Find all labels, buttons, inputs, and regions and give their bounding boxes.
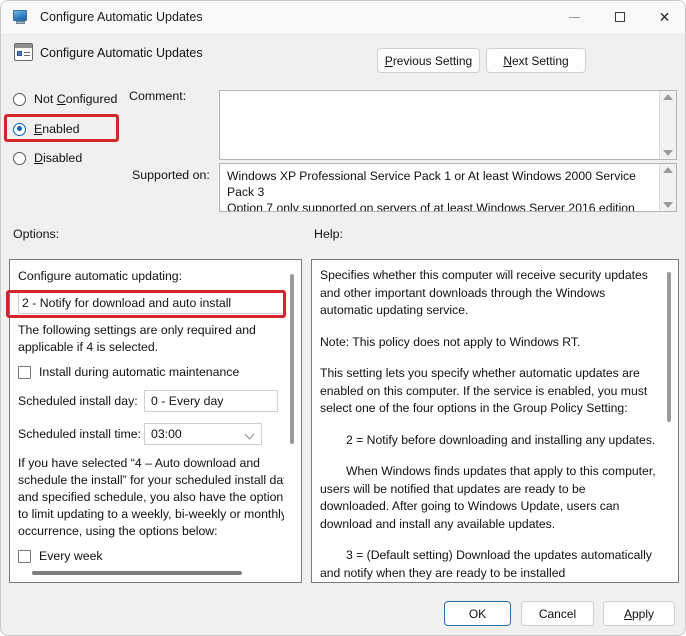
scrollbar-thumb[interactable] xyxy=(290,274,294,444)
close-button[interactable]: ✕ xyxy=(642,1,685,33)
scrollbar-thumb[interactable] xyxy=(667,272,671,422)
scheduled-install-day-value: 0 - Every day xyxy=(151,394,224,408)
scheduled-install-day-dropdown[interactable]: 0 - Every day xyxy=(144,390,278,412)
supported-on-value: Windows XP Professional Service Pack 1 o… xyxy=(220,164,659,211)
window-controls: ✕ xyxy=(552,1,685,33)
minimize-button[interactable] xyxy=(552,1,597,33)
scrollbar-thumb[interactable] xyxy=(32,571,242,575)
scheduled-install-day-label: Scheduled install day: xyxy=(18,394,138,408)
previous-setting-label: revious Setting xyxy=(392,53,473,68)
computer-monitor-icon xyxy=(12,9,30,25)
comment-textarea[interactable] xyxy=(219,90,677,160)
window-title: Configure Automatic Updates xyxy=(40,10,203,24)
policy-name: Configure Automatic Updates xyxy=(40,46,203,60)
radio-not-configured-label: Not Configured xyxy=(34,92,118,106)
supported-on-line-1: Windows XP Professional Service Pack 1 o… xyxy=(227,169,636,199)
checkbox-indicator xyxy=(18,365,31,379)
checkbox-every-week-label: Every week xyxy=(39,549,103,563)
radio-enabled[interactable]: Enabled xyxy=(13,120,79,138)
supported-on-scrollbar[interactable] xyxy=(659,164,676,211)
cancel-button[interactable]: Cancel xyxy=(521,601,594,626)
radio-indicator xyxy=(13,92,26,106)
scheduled-install-time-label: Scheduled install time: xyxy=(18,427,142,441)
help-vertical-scrollbar[interactable] xyxy=(663,262,676,580)
scheduled-install-day-row: Scheduled install day: 0 - Every day xyxy=(18,390,278,412)
group-policy-setting-icon xyxy=(14,43,33,61)
help-section-label: Help: xyxy=(314,227,343,241)
apply-button-label: pply xyxy=(632,606,655,621)
configure-updating-label: Configure automatic updating: xyxy=(18,269,183,283)
supported-on-line-2: Option 7 only supported on servers of at… xyxy=(227,201,635,211)
comment-scrollbar[interactable] xyxy=(659,91,676,159)
checkbox-every-week[interactable]: Every week xyxy=(18,549,278,563)
supported-on-textbox: Windows XP Professional Service Pack 1 o… xyxy=(219,163,677,212)
previous-setting-button[interactable]: Previous Setting xyxy=(377,48,480,73)
checkbox-install-during-maintenance-label: Install during automatic maintenance xyxy=(39,365,240,379)
help-content: Specifies whether this computer will rec… xyxy=(312,260,662,582)
scroll-up-icon[interactable] xyxy=(663,94,673,100)
supported-on-label: Supported on: xyxy=(132,168,210,182)
checkbox-install-during-maintenance[interactable]: Install during automatic maintenance xyxy=(18,365,278,379)
radio-enabled-label: Enabled xyxy=(34,122,80,136)
options-content: Configure automatic updating: 2 - Notify… xyxy=(10,260,284,568)
close-icon: ✕ xyxy=(658,9,671,25)
configure-automatic-updates-dialog: Configure Automatic Updates ✕ Configure … xyxy=(0,0,686,636)
options-vertical-scrollbar[interactable] xyxy=(286,262,299,564)
title-bar: Configure Automatic Updates ✕ xyxy=(1,1,685,33)
next-setting-label: ext Setting xyxy=(511,53,569,68)
apply-button[interactable]: Apply xyxy=(603,601,675,626)
radio-not-configured[interactable]: Not Configured xyxy=(13,90,117,108)
scroll-down-icon[interactable] xyxy=(663,150,673,156)
comment-value xyxy=(220,91,659,159)
configure-updating-value: 2 - Notify for download and auto install xyxy=(22,296,232,310)
scheduled-install-time-dropdown[interactable]: 03:00 xyxy=(144,423,262,445)
radio-indicator-selected xyxy=(13,122,26,136)
options-horizontal-scrollbar[interactable] xyxy=(10,566,301,580)
help-paragraph: When Windows finds updates that apply to… xyxy=(320,464,656,531)
radio-indicator xyxy=(13,151,26,165)
options-note: The following settings are only required… xyxy=(18,323,256,354)
help-paragraph: 3 = (Default setting) Download the updat… xyxy=(320,548,652,580)
radio-disabled[interactable]: Disabled xyxy=(13,149,82,167)
help-paragraph: Note: This policy does not apply to Wind… xyxy=(320,334,581,349)
next-setting-button[interactable]: Next Setting xyxy=(486,48,586,73)
cancel-button-label: Cancel xyxy=(538,606,577,621)
radio-disabled-label: Disabled xyxy=(34,151,83,165)
help-paragraph: Specifies whether this computer will rec… xyxy=(320,268,648,317)
checkbox-indicator xyxy=(18,549,31,563)
scroll-up-icon[interactable] xyxy=(663,167,673,173)
scroll-down-icon[interactable] xyxy=(663,202,673,208)
help-paragraph: This setting lets you specify whether au… xyxy=(320,366,648,415)
scheduled-install-time-value: 03:00 xyxy=(151,427,182,441)
scheduled-install-time-row: Scheduled install time: 03:00 xyxy=(18,423,278,445)
configure-updating-dropdown[interactable]: 2 - Notify for download and auto install xyxy=(18,292,284,314)
ok-button-label: OK xyxy=(468,606,487,621)
help-panel: Specifies whether this computer will rec… xyxy=(311,259,679,583)
chevron-down-icon xyxy=(244,429,255,440)
options-long-note: If you have selected “4 – Auto download … xyxy=(18,456,284,538)
help-paragraph: 2 = Notify before downloading and instal… xyxy=(346,432,656,447)
options-panel: Configure automatic updating: 2 - Notify… xyxy=(9,259,302,583)
ok-button[interactable]: OK xyxy=(444,601,511,626)
options-section-label: Options: xyxy=(13,227,60,241)
comment-label: Comment: xyxy=(129,89,187,103)
maximize-button[interactable] xyxy=(597,1,642,33)
